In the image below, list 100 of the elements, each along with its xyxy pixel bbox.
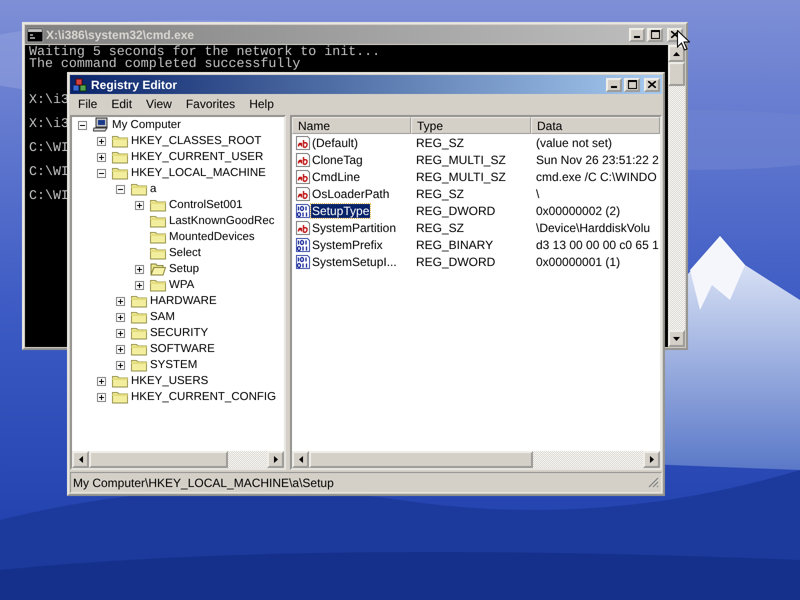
maximize-icon: [628, 80, 636, 89]
value-name[interactable]: (Default): [311, 136, 360, 150]
scroll-right-icon: [274, 456, 278, 463]
status-text: My Computer\HKEY_LOCAL_MACHINE\a\Setup: [73, 476, 334, 490]
value-data: \: [535, 186, 540, 200]
value-name[interactable]: OsLoaderPath: [311, 186, 390, 200]
menu-item[interactable]: File: [71, 97, 104, 111]
minimize-icon: [611, 86, 617, 88]
value-data: Sun Nov 26 23:51:22 2: [535, 152, 660, 166]
tree-item[interactable]: SAM: [147, 311, 177, 323]
folder-icon: [112, 390, 128, 404]
expand-icon[interactable]: [97, 136, 106, 146]
value-type: REG_MULTI_SZ: [415, 170, 507, 184]
value-name[interactable]: CloneTag: [311, 152, 364, 166]
horizontal-scrollbar[interactable]: [72, 451, 284, 468]
console-line: The command completed successfully: [29, 58, 300, 70]
collapse-icon[interactable]: [116, 184, 125, 194]
column-header[interactable]: Type: [411, 117, 531, 134]
expand-icon[interactable]: [135, 264, 144, 274]
console-line: C:\WI: [29, 142, 69, 154]
pointer-icon: [677, 30, 690, 51]
scroll-right-icon: [650, 456, 654, 463]
tree-item[interactable]: HARDWARE: [147, 295, 219, 307]
value-name[interactable]: CmdLine: [311, 170, 362, 184]
close-icon: [648, 81, 656, 88]
tree-item[interactable]: SOFTWARE: [147, 343, 217, 355]
menu-item[interactable]: Edit: [104, 97, 140, 111]
tree-item[interactable]: My Computer: [109, 119, 184, 131]
value-data: d3 13 00 00 00 c0 65 1: [535, 238, 660, 252]
column-header[interactable]: Data: [531, 117, 660, 134]
scrollbar-thumb[interactable]: [309, 451, 533, 468]
value-name[interactable]: SystemPartition: [311, 220, 398, 234]
binary-value-icon: [296, 238, 310, 252]
value-name[interactable]: SystemSetupI...: [311, 254, 398, 268]
value-name[interactable]: SystemPrefix: [311, 238, 384, 252]
horizontal-scrollbar[interactable]: [292, 451, 660, 468]
folder-icon: [150, 214, 166, 228]
folder-icon: [112, 166, 128, 180]
tree-item[interactable]: HKEY_USERS: [128, 375, 210, 387]
tree-item[interactable]: SECURITY: [147, 327, 210, 339]
tree-item[interactable]: LastKnownGoodRec: [166, 215, 276, 227]
tree-item[interactable]: MountedDevices: [166, 231, 257, 243]
tree-item[interactable]: HKEY_CLASSES_ROOT: [128, 135, 264, 147]
binary-value-icon: [296, 254, 310, 268]
maximize-button[interactable]: [624, 78, 640, 92]
expand-icon[interactable]: [97, 152, 106, 162]
folder-icon: [131, 310, 147, 324]
binary-value-icon: [296, 204, 310, 218]
menu-item[interactable]: View: [139, 97, 179, 111]
menu-item[interactable]: Favorites: [178, 97, 242, 111]
value-data: \Device\HarddiskVolu: [535, 220, 652, 234]
expand-icon[interactable]: [116, 344, 125, 354]
collapse-icon[interactable]: [78, 120, 87, 130]
expand-icon[interactable]: [116, 328, 125, 338]
expand-icon[interactable]: [97, 376, 106, 386]
value-type: REG_SZ: [415, 136, 466, 150]
close-button[interactable]: [644, 78, 660, 92]
open-folder-icon: [150, 262, 166, 276]
folder-icon: [150, 230, 166, 244]
expand-icon[interactable]: [135, 280, 144, 290]
value-type: REG_BINARY: [415, 238, 494, 252]
tree-item[interactable]: Setup: [166, 263, 202, 275]
tree-item[interactable]: WPA: [166, 279, 196, 291]
menu-item[interactable]: Help: [242, 97, 281, 111]
collapse-icon[interactable]: [97, 168, 106, 178]
folder-icon: [150, 278, 166, 292]
window-title: Registry Editor: [91, 78, 178, 92]
expand-icon[interactable]: [116, 312, 125, 322]
tree-item[interactable]: HKEY_CURRENT_CONFIG: [128, 391, 278, 403]
folder-icon: [112, 134, 128, 148]
folder-icon: [131, 326, 147, 340]
folder-icon: [150, 198, 166, 212]
tree-item[interactable]: ControlSet001: [166, 199, 245, 211]
value-data: (value not set): [535, 136, 614, 150]
console-line: Waiting 5 seconds for the network to init...: [29, 46, 380, 58]
tree-item[interactable]: Select: [166, 247, 203, 259]
expand-icon[interactable]: [135, 200, 144, 210]
minimize-icon: [634, 36, 640, 38]
column-header[interactable]: Name: [292, 117, 411, 134]
value-type: REG_SZ: [415, 220, 466, 234]
expand-icon[interactable]: [116, 360, 125, 370]
folder-icon: [131, 294, 147, 308]
value-name[interactable]: SetupType: [311, 204, 370, 218]
tree-item[interactable]: SYSTEM: [147, 359, 200, 371]
folder-icon: [131, 182, 147, 196]
resize-grip-icon[interactable]: [648, 477, 659, 488]
console-icon: [27, 28, 43, 42]
tree-item[interactable]: HKEY_LOCAL_MACHINE: [128, 167, 268, 179]
expand-icon[interactable]: [116, 296, 125, 306]
vertical-scrollbar[interactable]: [668, 45, 685, 347]
scrollbar-thumb[interactable]: [89, 451, 228, 468]
tree-item[interactable]: HKEY_CURRENT_USER: [128, 151, 266, 163]
expand-icon[interactable]: [97, 392, 106, 402]
minimize-button[interactable]: [606, 78, 622, 92]
scrollbar-thumb[interactable]: [668, 62, 685, 86]
console-line: C:\WI: [29, 190, 69, 202]
tree-item[interactable]: a: [147, 183, 158, 195]
maximize-icon: [650, 30, 660, 39]
string-value-icon: [296, 186, 310, 200]
console-line: C:\WI: [29, 166, 69, 178]
